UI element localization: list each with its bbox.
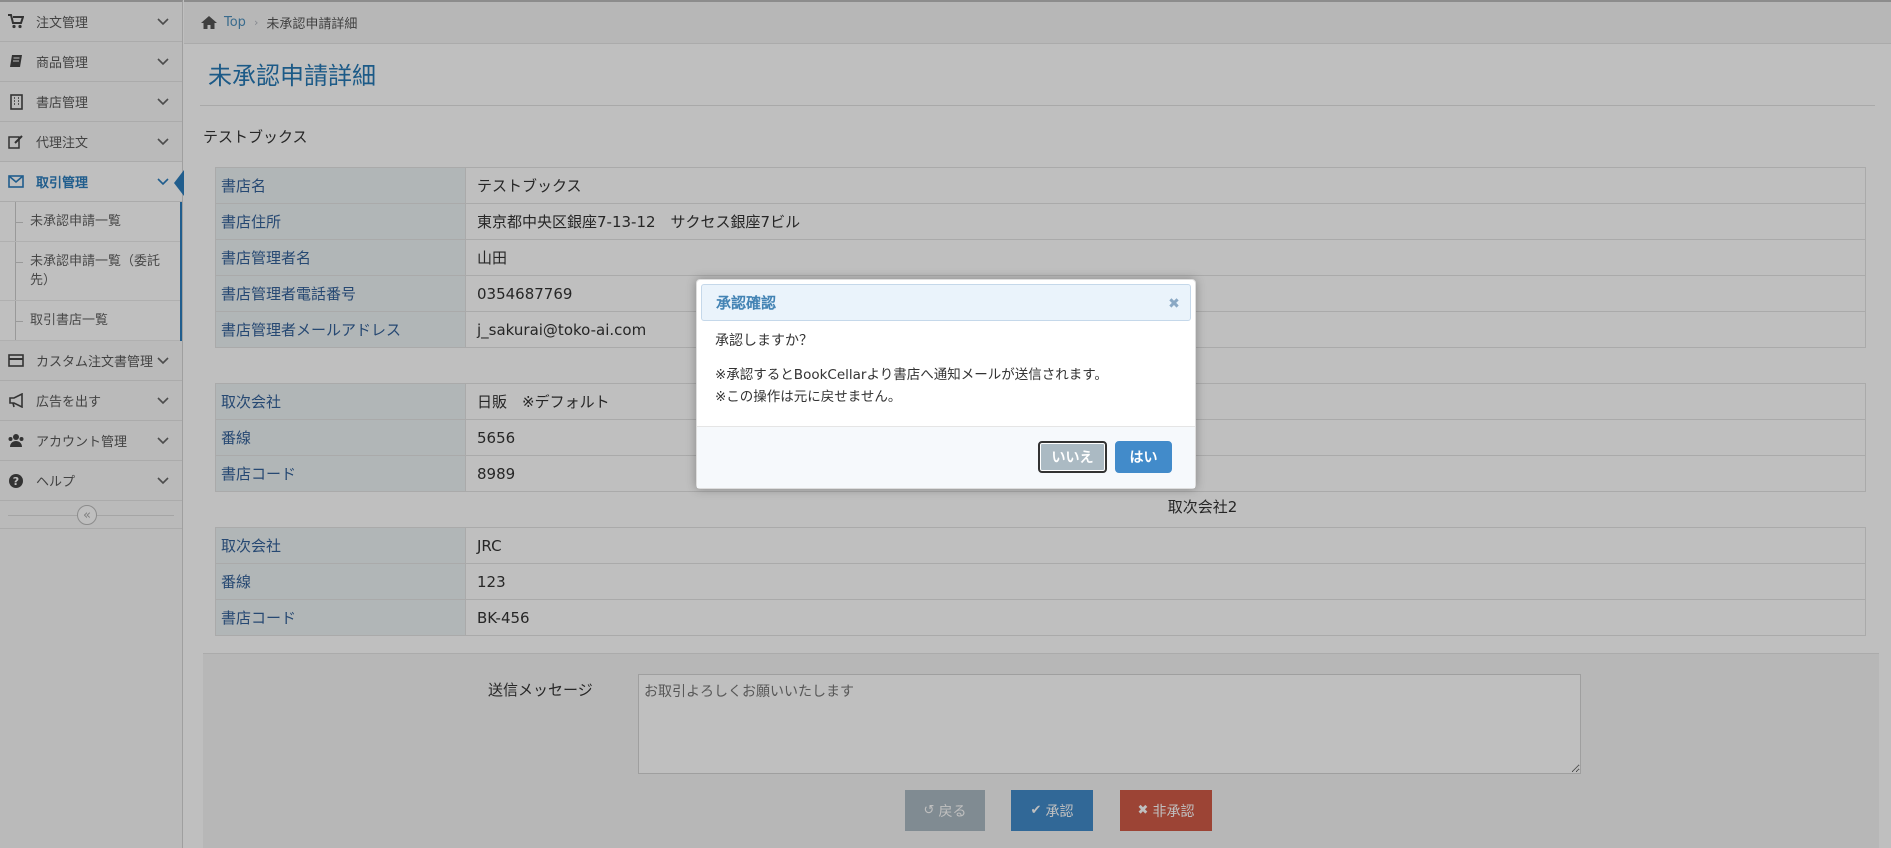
dialog-yes-button[interactable]: はい [1115, 441, 1172, 473]
approve-confirm-dialog: 承認確認 ✖ 承認しますか？ ※承認するとBookCellarより書店へ通知メー… [696, 279, 1196, 489]
close-icon[interactable]: ✖ [1167, 296, 1181, 312]
dialog-note: ※承認するとBookCellarより書店へ通知メールが送信されます。 [715, 367, 1108, 383]
dialog-no-button[interactable]: いいえ [1038, 441, 1107, 473]
dialog-note: ※この操作は元に戻せません。 [715, 389, 902, 405]
dialog-titlebar: 承認確認 ✖ [701, 284, 1191, 321]
dialog-question: 承認しますか？ [715, 333, 813, 349]
dialog-title: 承認確認 [716, 294, 777, 312]
dialog-body: 承認しますか？ ※承認するとBookCellarより書店へ通知メールが送信されま… [697, 321, 1195, 406]
dialog-footer: いいえ はい [697, 426, 1195, 488]
